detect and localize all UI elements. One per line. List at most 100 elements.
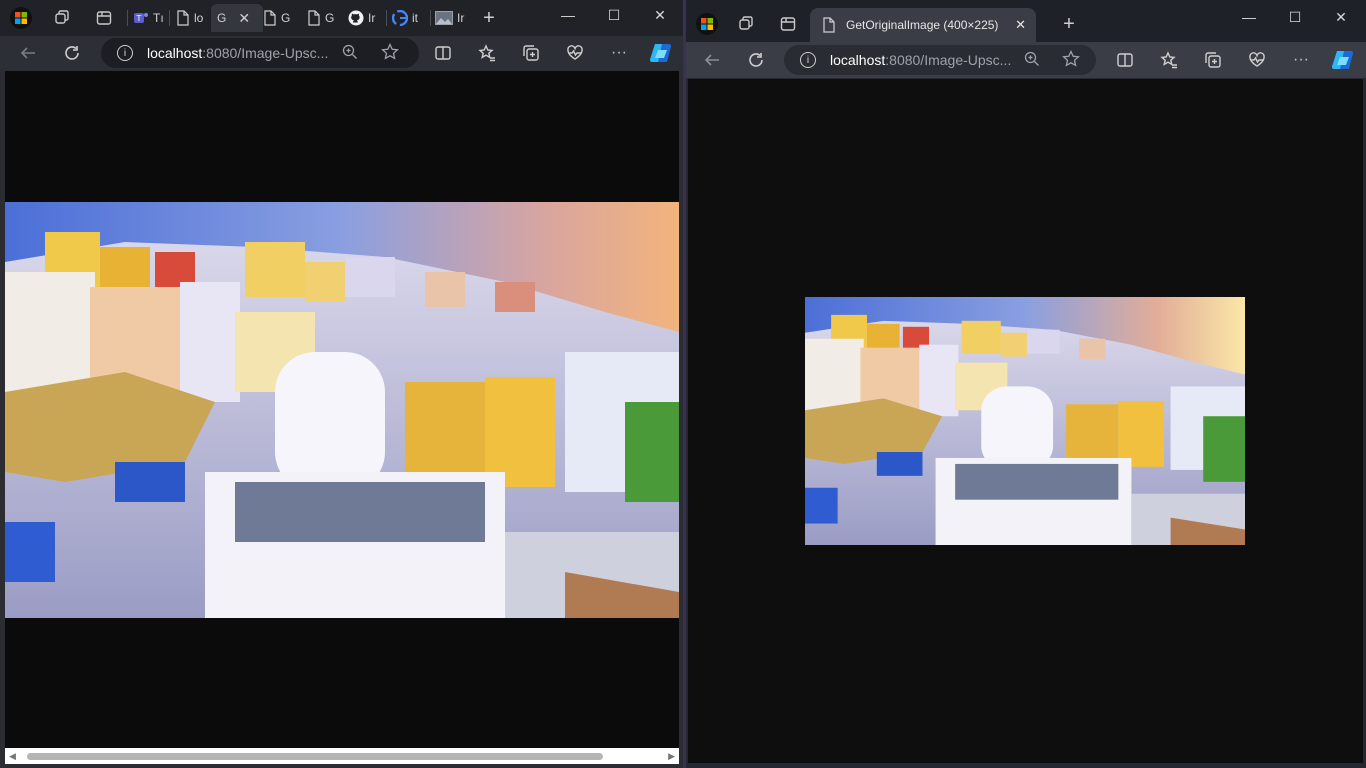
tab-actions-icon[interactable] xyxy=(775,12,801,36)
original-santorini-image xyxy=(805,297,1245,545)
tab-strip: GetOriginalImage (400×225) ✕ + — ☐ ✕ xyxy=(686,0,1366,42)
copilot-icon xyxy=(649,43,672,63)
favorite-star-icon[interactable] xyxy=(1062,49,1080,71)
favorites-button[interactable] xyxy=(1154,45,1184,75)
refresh-button[interactable] xyxy=(741,45,771,75)
page-icon xyxy=(177,10,189,26)
tab-label: G xyxy=(325,11,335,25)
image-icon xyxy=(435,11,453,25)
tab-label: Ir xyxy=(457,11,465,25)
browser-essentials-button[interactable] xyxy=(1242,45,1272,75)
favorites-button[interactable] xyxy=(472,38,502,68)
back-arrow-icon xyxy=(20,47,35,59)
refresh-icon xyxy=(65,46,79,60)
tab-strip: T Tı lo G ✕ G G Ir it Ir + — ☐ ✕ xyxy=(0,0,684,36)
refresh-button[interactable] xyxy=(57,38,87,68)
tab-active[interactable]: G ✕ xyxy=(211,4,263,32)
favorites-icon xyxy=(1160,51,1177,69)
back-button[interactable] xyxy=(13,38,43,68)
collections-button[interactable] xyxy=(1198,45,1228,75)
zoom-icon[interactable] xyxy=(342,44,358,63)
minimize-button[interactable]: — xyxy=(545,0,591,30)
browser-essentials-button[interactable] xyxy=(560,38,590,68)
minimize-icon: — xyxy=(1242,9,1256,25)
tab-image[interactable]: Ir xyxy=(435,4,464,32)
back-button[interactable] xyxy=(697,45,727,75)
collections-button[interactable] xyxy=(516,38,546,68)
copilot-button[interactable] xyxy=(1328,45,1358,75)
collections-icon xyxy=(1205,52,1221,68)
maximize-icon: ☐ xyxy=(1288,8,1302,25)
maximize-button[interactable]: ☐ xyxy=(591,0,637,30)
tab-teams[interactable]: T Tı xyxy=(133,4,164,32)
tab-label: Ir xyxy=(368,11,376,25)
more-icon: ··· xyxy=(1293,51,1309,68)
address-bar[interactable]: i localhost:8080/Image-Upsc... xyxy=(784,45,1096,75)
tab-page-1[interactable]: lo xyxy=(176,4,203,32)
windows-logo-icon[interactable] xyxy=(8,6,34,30)
page-viewport xyxy=(5,71,679,748)
tab-actions-icon[interactable] xyxy=(91,6,117,30)
github-icon xyxy=(348,10,364,26)
info-icon[interactable]: i xyxy=(117,45,133,61)
page-icon xyxy=(823,17,835,33)
split-screen-icon xyxy=(435,46,451,60)
new-tab-button[interactable]: + xyxy=(476,6,502,30)
horizontal-scrollbar[interactable]: ◀ ▶ xyxy=(5,748,679,764)
url-path: :8080/Image-Upsc... xyxy=(885,52,1012,68)
url-path: :8080/Image-Upsc... xyxy=(202,45,329,61)
close-tab-icon[interactable]: ✕ xyxy=(238,10,250,27)
tab-title: GetOriginalImage (400×225) xyxy=(846,18,999,32)
maximize-button[interactable]: ☐ xyxy=(1272,2,1318,32)
close-window-button[interactable]: ✕ xyxy=(637,0,683,30)
google-icon xyxy=(392,10,408,26)
tab-google[interactable]: it xyxy=(392,4,418,32)
tab-github[interactable]: Ir xyxy=(348,4,375,32)
heart-pulse-icon xyxy=(1249,52,1265,67)
scroll-right-arrow-icon[interactable]: ▶ xyxy=(668,751,675,762)
copilot-icon xyxy=(1331,50,1354,70)
tab-page-3[interactable]: G xyxy=(307,4,334,32)
windows-logo-icon[interactable] xyxy=(694,12,720,36)
settings-more-button[interactable]: ··· xyxy=(604,38,634,68)
split-screen-button[interactable] xyxy=(1110,45,1140,75)
copilot-button[interactable] xyxy=(646,38,676,68)
zoom-icon[interactable] xyxy=(1024,51,1040,70)
split-screen-button[interactable] xyxy=(428,38,458,68)
close-tab-icon[interactable]: ✕ xyxy=(1015,17,1026,33)
settings-more-button[interactable]: ··· xyxy=(1286,45,1316,75)
maximize-icon: ☐ xyxy=(607,6,621,23)
info-icon[interactable]: i xyxy=(800,52,816,68)
split-screen-icon xyxy=(1117,53,1133,67)
close-icon: ✕ xyxy=(654,6,666,23)
close-icon: ✕ xyxy=(1335,8,1347,25)
scrollbar-thumb[interactable] xyxy=(27,753,603,760)
workspaces-icon[interactable] xyxy=(733,12,759,36)
tab-label: Tı xyxy=(153,11,164,25)
browser-window-left: T Tı lo G ✕ G G Ir it Ir + — ☐ ✕ i local… xyxy=(0,0,684,768)
favorite-star-icon[interactable] xyxy=(381,42,399,64)
toolbar: i localhost:8080/Image-Upsc... ··· xyxy=(0,36,684,70)
close-window-button[interactable]: ✕ xyxy=(1318,2,1364,32)
page-icon xyxy=(264,10,276,26)
teams-icon: T xyxy=(134,13,148,23)
plus-icon: + xyxy=(1063,12,1075,35)
more-icon: ··· xyxy=(611,44,627,61)
minimize-icon: — xyxy=(561,7,575,23)
toolbar: i localhost:8080/Image-Upsc... ··· xyxy=(686,42,1366,78)
scroll-left-arrow-icon[interactable]: ◀ xyxy=(9,751,16,762)
url-host: localhost xyxy=(147,45,203,61)
tab-page-2[interactable]: G xyxy=(263,4,290,32)
tab-label: lo xyxy=(194,11,204,25)
address-bar[interactable]: i localhost:8080/Image-Upsc... xyxy=(101,38,419,68)
page-icon xyxy=(308,10,320,26)
tab-active[interactable]: GetOriginalImage (400×225) ✕ xyxy=(810,8,1036,42)
tab-label: G xyxy=(217,11,227,25)
workspaces-icon[interactable] xyxy=(49,6,75,30)
heart-pulse-icon xyxy=(567,45,583,60)
minimize-button[interactable]: — xyxy=(1226,2,1272,32)
upscaled-santorini-image xyxy=(5,202,679,618)
new-tab-button[interactable]: + xyxy=(1056,12,1082,36)
refresh-icon xyxy=(749,53,763,67)
page-viewport xyxy=(688,79,1363,763)
